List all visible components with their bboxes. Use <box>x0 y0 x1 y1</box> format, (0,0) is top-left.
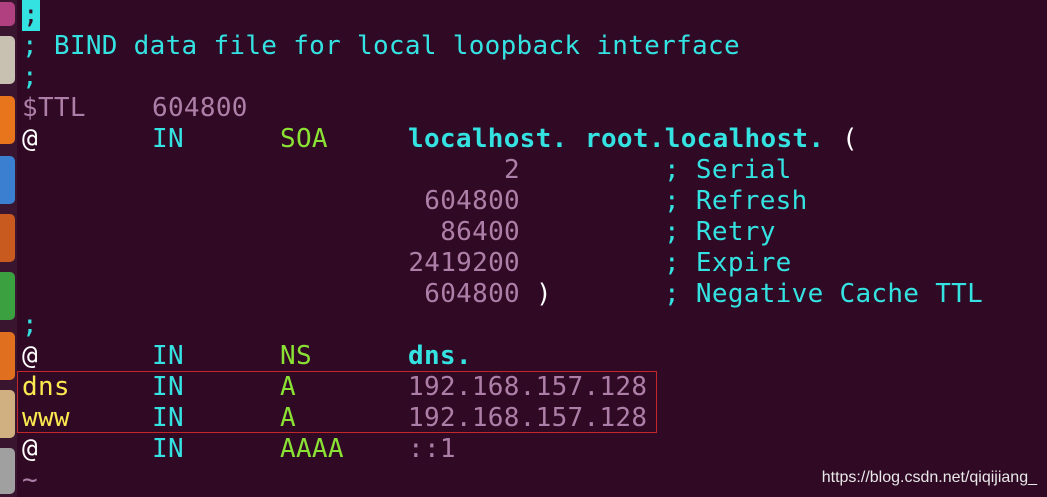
launcher-settings-icon[interactable] <box>0 448 15 494</box>
comment-line: ; BIND data file for local loopback inte… <box>22 31 740 61</box>
record-name: @ <box>22 341 38 371</box>
soa-number: 604800 <box>424 186 520 216</box>
launcher-writer-icon[interactable] <box>0 156 15 204</box>
launcher-app-icon[interactable] <box>0 2 15 26</box>
record-type: AAAA <box>280 434 344 464</box>
soa-comment: ; Refresh <box>664 186 808 216</box>
comment-line: ; <box>22 0 40 31</box>
record-type: SOA <box>280 124 328 154</box>
highlight-box <box>17 371 657 433</box>
open-paren: ( <box>842 124 858 154</box>
record-class: IN <box>152 434 184 464</box>
close-paren: ) <box>536 279 552 309</box>
soa-admin: root.localhost. <box>585 124 825 154</box>
ttl-value: 604800 <box>152 93 248 123</box>
watermark: https://blog.csdn.net/qiqijiang_ <box>821 469 1037 486</box>
record-class: IN <box>152 124 184 154</box>
comment-line: ; <box>22 62 38 92</box>
record-value: dns. <box>408 341 472 371</box>
record-name: @ <box>22 124 38 154</box>
soa-comment: ; Serial <box>664 155 792 185</box>
record-type: NS <box>280 341 312 371</box>
soa-primary: localhost. <box>408 124 568 154</box>
soa-number: 2 <box>504 155 520 185</box>
comment-line: ; <box>22 310 38 340</box>
tilde-marker: ~ <box>22 465 38 495</box>
soa-comment: ; Negative Cache TTL <box>664 279 984 309</box>
record-class: IN <box>152 341 184 371</box>
soa-comment: ; Expire <box>664 248 792 278</box>
soa-number: 86400 <box>440 217 520 247</box>
launcher-firefox-icon[interactable] <box>0 96 15 144</box>
launcher-amazon-icon[interactable] <box>0 390 15 438</box>
record-value: ::1 <box>408 434 456 464</box>
ttl-directive: $TTL <box>22 93 86 123</box>
soa-number: 604800 <box>424 279 520 309</box>
launcher-calc-icon[interactable] <box>0 272 15 320</box>
soa-number: 2419200 <box>408 248 520 278</box>
launcher-files-icon[interactable] <box>0 36 15 84</box>
soa-comment: ; Retry <box>664 217 776 247</box>
launcher-software-icon[interactable] <box>0 332 15 380</box>
launcher-impress-icon[interactable] <box>0 214 15 262</box>
record-name: @ <box>22 434 38 464</box>
launcher-sidebar <box>0 0 17 497</box>
